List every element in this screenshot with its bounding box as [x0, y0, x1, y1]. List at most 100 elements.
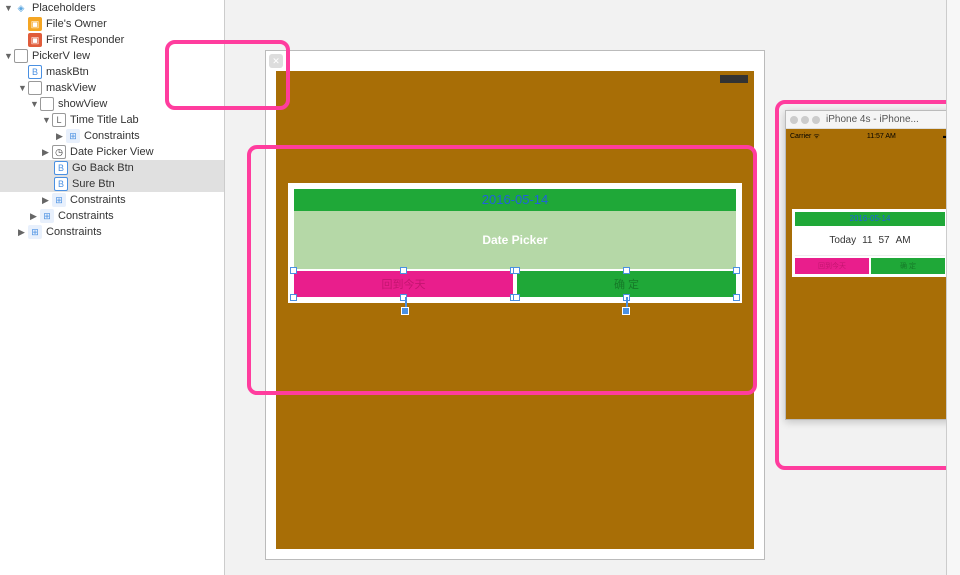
simulator-title: iPhone 4s - iPhone... [826, 114, 919, 125]
document-outline: ▼ ◈ Placeholders ▣ File's Owner ▣ First … [0, 0, 225, 575]
outline-label: Date Picker View [70, 146, 154, 158]
goback-button[interactable]: 回到今天 [294, 271, 513, 297]
minimize-dot-icon[interactable] [801, 116, 809, 124]
outline-label: maskBtn [46, 66, 89, 78]
constraints-icon: ⊞ [28, 225, 42, 239]
outline-label: Time Title Lab [70, 114, 139, 126]
sim-date-picker[interactable]: Today 11 57 AM [795, 226, 945, 256]
selection-handle[interactable] [400, 267, 407, 274]
status-time: 11:57 AM [867, 133, 896, 140]
outline-label: Constraints [46, 226, 102, 238]
close-icon[interactable]: ✕ [269, 54, 283, 68]
date-picker-view[interactable]: Date Picker [294, 211, 736, 269]
zoom-dot-icon[interactable] [812, 116, 820, 124]
outline-constraints[interactable]: ▶ ⊞ Constraints [0, 128, 224, 144]
inspector-strip[interactable] [946, 0, 960, 575]
disclosure-triangle-icon[interactable]: ▼ [30, 99, 40, 109]
outline-label: Go Back Btn [72, 162, 134, 174]
outline-sure-btn[interactable]: B Sure Btn [0, 176, 224, 192]
disclosure-triangle-icon[interactable]: ▶ [56, 131, 66, 142]
sim-button-row: 回到今天 确 定 [795, 258, 945, 274]
outline-files-owner[interactable]: ▣ File's Owner [0, 16, 224, 32]
sure-button[interactable]: 确 定 [517, 271, 736, 297]
dp-today: Today [829, 235, 856, 246]
label-icon: L [52, 113, 66, 127]
goback-label: 回到今天 [382, 276, 426, 292]
design-canvas-frame[interactable]: ✕ 2016-05-14 Date Picker 回到今天 [265, 50, 765, 560]
outline-constraints[interactable]: ▶ ⊞ Constraints [0, 208, 224, 224]
window-controls[interactable] [790, 116, 820, 124]
outline-label: Constraints [70, 194, 126, 206]
disclosure-triangle-icon[interactable]: ▶ [30, 211, 40, 222]
selection-handle[interactable] [513, 267, 520, 274]
constraint-anchor[interactable] [401, 307, 409, 315]
outline-time-title-lab[interactable]: ▼ L Time Title Lab [0, 112, 224, 128]
sim-goback-button[interactable]: 回到今天 [795, 258, 869, 274]
outline-constraints[interactable]: ▶ ⊞ Constraints [0, 192, 224, 208]
files-owner-icon: ▣ [28, 17, 42, 31]
ib-canvas[interactable]: ✕ 2016-05-14 Date Picker 回到今天 [225, 0, 960, 575]
constraints-icon: ⊞ [52, 193, 66, 207]
selection-handle[interactable] [290, 294, 297, 301]
simulator-window[interactable]: iPhone 4s - iPhone... Carrier ᯤ 11:57 AM… [785, 110, 955, 420]
disclosure-triangle-icon[interactable]: ▼ [18, 83, 28, 93]
outline-root-view[interactable]: ▼ PickerV Iew [0, 48, 224, 64]
outline-label: maskView [46, 82, 96, 94]
outline-placeholders-header[interactable]: ▼ ◈ Placeholders [0, 0, 224, 16]
button-icon: B [54, 161, 68, 175]
selection-handle[interactable] [290, 267, 297, 274]
dp-hour: 11 [862, 235, 872, 246]
outline-constraints[interactable]: ▶ ⊞ Constraints [0, 224, 224, 240]
outline-label: First Responder [46, 34, 124, 46]
outline-label: Constraints [58, 210, 114, 222]
disclosure-triangle-icon[interactable]: ▼ [4, 3, 14, 13]
selection-handle[interactable] [513, 294, 520, 301]
disclosure-triangle-icon[interactable]: ▶ [42, 147, 52, 158]
status-bar: Carrier ᯤ 11:57 AM ▬ [786, 129, 954, 143]
outline-showview[interactable]: ▼ showView [0, 96, 224, 112]
outline-maskview[interactable]: ▼ maskView [0, 80, 224, 96]
selection-handle[interactable] [733, 267, 740, 274]
first-responder-icon: ▣ [28, 33, 42, 47]
selection-handle[interactable] [623, 267, 630, 274]
button-row: 回到今天 确 定 [294, 271, 736, 297]
view-icon [40, 97, 54, 111]
constraints-icon: ⊞ [40, 209, 54, 223]
disclosure-triangle-icon[interactable]: ▶ [42, 195, 52, 206]
view-icon [14, 49, 28, 63]
disclosure-triangle-icon[interactable]: ▶ [18, 227, 28, 238]
outline-date-picker-view[interactable]: ▶ ◷ Date Picker View [0, 144, 224, 160]
outline-label: File's Owner [46, 18, 107, 30]
battery-icon [720, 75, 748, 83]
simulator-screen[interactable]: Carrier ᯤ 11:57 AM ▬ 2016-05-14 Today 11… [786, 129, 954, 419]
outline-maskbtn[interactable]: B maskBtn [0, 64, 224, 80]
sim-time-title: 2016-05-14 [795, 212, 945, 226]
carrier-label: Carrier ᯤ [790, 132, 820, 141]
show-view[interactable]: 2016-05-14 Date Picker 回到今天 确 定 [286, 181, 744, 305]
outline-label: Constraints [84, 130, 140, 142]
sure-label: 确 定 [614, 276, 639, 292]
cube-icon: ◈ [14, 1, 28, 15]
outline-label: Sure Btn [72, 178, 115, 190]
constraint-anchor[interactable] [622, 307, 630, 315]
outline-label: Placeholders [32, 2, 96, 14]
outline-first-responder[interactable]: ▣ First Responder [0, 32, 224, 48]
root-view[interactable]: 2016-05-14 Date Picker 回到今天 确 定 [276, 71, 754, 549]
datepicker-icon: ◷ [52, 145, 66, 159]
view-icon [28, 81, 42, 95]
outline-label: PickerV Iew [32, 50, 90, 62]
disclosure-triangle-icon[interactable]: ▼ [4, 51, 14, 61]
outline-label: showView [58, 98, 107, 110]
dp-min: 57 [878, 235, 889, 246]
constraints-icon: ⊞ [66, 129, 80, 143]
button-icon: B [54, 177, 68, 191]
disclosure-triangle-icon[interactable]: ▼ [42, 115, 52, 125]
sim-sure-button[interactable]: 确 定 [871, 258, 945, 274]
time-title-label[interactable]: 2016-05-14 [294, 189, 736, 211]
sim-show-view: 2016-05-14 Today 11 57 AM 回到今天 确 定 [792, 209, 948, 277]
simulator-titlebar[interactable]: iPhone 4s - iPhone... [786, 111, 954, 129]
selection-handle[interactable] [733, 294, 740, 301]
dp-ampm: AM [896, 235, 911, 246]
outline-goback-btn[interactable]: B Go Back Btn [0, 160, 224, 176]
close-dot-icon[interactable] [790, 116, 798, 124]
